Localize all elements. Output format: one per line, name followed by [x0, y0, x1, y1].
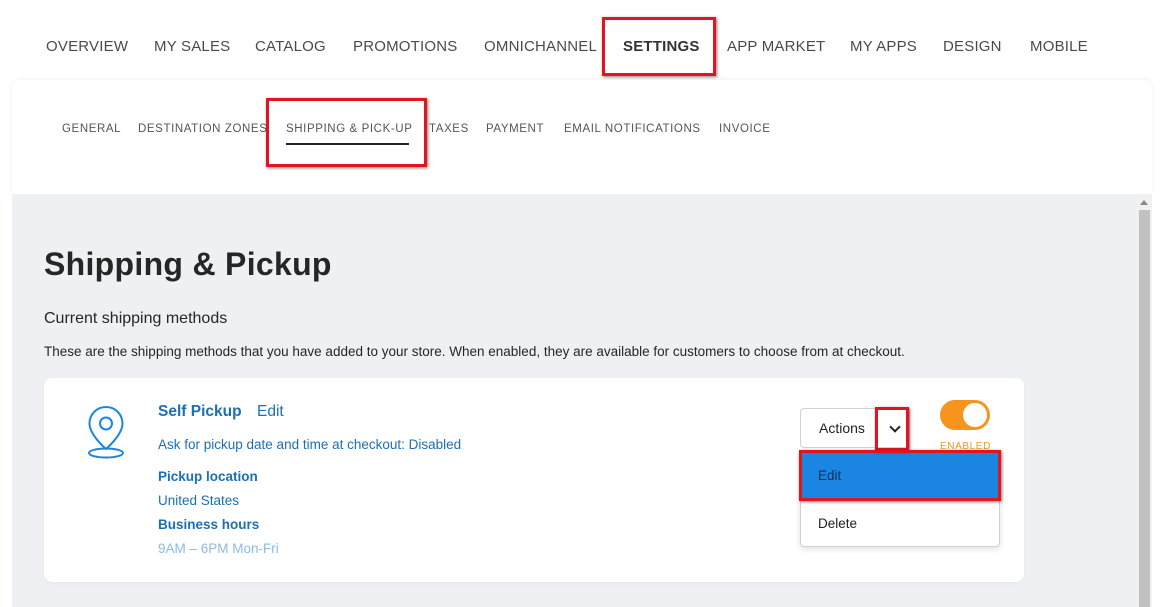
- nav-catalog[interactable]: CATALOG: [255, 38, 326, 55]
- method-name[interactable]: Self Pickup: [158, 403, 242, 421]
- scroll-up-arrow-icon[interactable]: [1140, 200, 1148, 205]
- top-navigation: OVERVIEW MY SALES CATALOG PROMOTIONS OMN…: [0, 0, 1164, 80]
- pickup-location-heading: Pickup location: [158, 469, 258, 484]
- toggle-knob: [963, 403, 987, 427]
- nav-promotions[interactable]: PROMOTIONS: [353, 38, 458, 55]
- active-tab-underline: [286, 143, 409, 145]
- nav-settings[interactable]: SETTINGS: [623, 38, 700, 55]
- actions-label: Actions: [819, 420, 865, 436]
- subtab-destination-zones[interactable]: DESTINATION ZONES: [138, 123, 267, 135]
- nav-overview[interactable]: OVERVIEW: [46, 38, 128, 55]
- subtab-shipping-pickup[interactable]: SHIPPING & PICK-UP: [286, 123, 412, 135]
- menu-item-delete[interactable]: Delete: [801, 500, 999, 548]
- business-hours-heading: Business hours: [158, 517, 260, 532]
- subtab-email-notifications[interactable]: EMAIL NOTIFICATIONS: [564, 123, 701, 135]
- page-title: Shipping & Pickup: [44, 246, 332, 282]
- scroll-thumb[interactable]: [1139, 210, 1150, 607]
- actions-dropdown-toggle[interactable]: [880, 408, 910, 448]
- enable-toggle[interactable]: [940, 400, 990, 430]
- business-hours-value: 9AM – 6PM Mon-Fri: [158, 541, 279, 556]
- section-description: These are the shipping methods that you …: [44, 344, 905, 359]
- nav-design[interactable]: DESIGN: [943, 38, 1002, 55]
- subtab-payment[interactable]: PAYMENT: [486, 123, 544, 135]
- section-title: Current shipping methods: [44, 310, 228, 327]
- menu-item-edit[interactable]: Edit: [801, 452, 999, 500]
- actions-menu: Edit Delete: [800, 451, 1000, 547]
- subtab-taxes[interactable]: TAXES: [429, 123, 469, 135]
- method-edit-link[interactable]: Edit: [257, 403, 284, 421]
- nav-app-market[interactable]: APP MARKET: [727, 38, 825, 55]
- nav-omnichannel[interactable]: OMNICHANNEL: [484, 38, 597, 55]
- nav-my-sales[interactable]: MY SALES: [154, 38, 230, 55]
- pickup-location-value: United States: [158, 493, 240, 508]
- nav-my-apps[interactable]: MY APPS: [850, 38, 917, 55]
- location-pin-icon: [88, 405, 124, 459]
- chevron-down-icon: [889, 421, 901, 433]
- subtab-general[interactable]: GENERAL: [62, 123, 121, 135]
- pickup-setting-text: Ask for pickup date and time at checkout…: [158, 437, 462, 452]
- settings-subnav-panel: GENERAL DESTINATION ZONES SHIPPING & PIC…: [12, 80, 1152, 194]
- nav-mobile[interactable]: MOBILE: [1030, 38, 1088, 55]
- subtab-invoice[interactable]: INVOICE: [719, 123, 771, 135]
- vertical-scrollbar[interactable]: [1136, 194, 1152, 607]
